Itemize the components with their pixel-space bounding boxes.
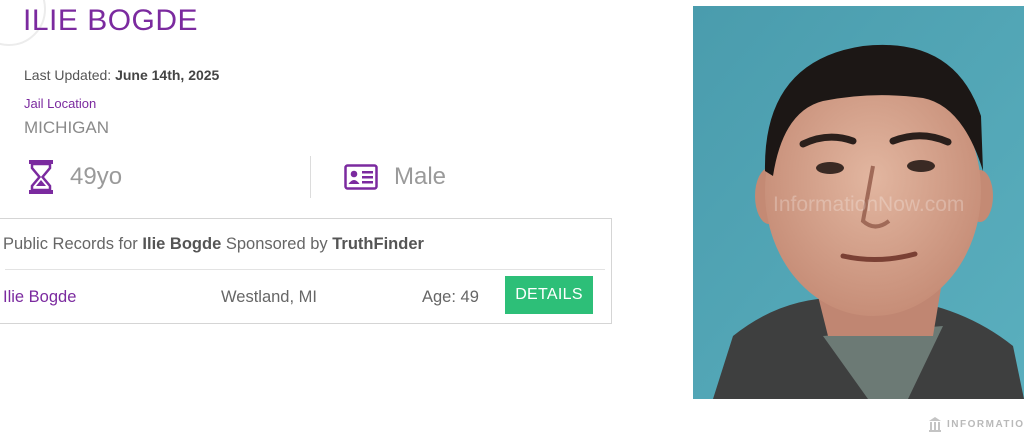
records-middle: Sponsored by	[225, 235, 328, 253]
id-card-icon	[344, 164, 378, 190]
information-logo-text: INFORMATIO	[947, 418, 1024, 430]
information-logo: INFORMATIO	[928, 416, 1024, 432]
details-button[interactable]: DETAILS	[505, 276, 593, 314]
records-person: Ilie Bogde	[142, 235, 222, 253]
records-sponsor: TruthFinder	[332, 235, 424, 253]
age-value: 49yo	[70, 163, 123, 190]
record-name-link[interactable]: Ilie Bogde	[3, 288, 76, 307]
inmate-name-title: ILIE BOGDE	[23, 4, 199, 37]
last-updated-label: Last Updated:	[24, 67, 112, 83]
photo-watermark: InformationNow.com	[773, 193, 964, 216]
stat-divider	[310, 156, 311, 198]
records-header: Public Records for Ilie Bogde Sponsored …	[3, 235, 424, 254]
jail-location-label: Jail Location	[24, 96, 97, 111]
records-divider	[5, 269, 605, 270]
hourglass-icon	[28, 159, 54, 195]
records-prefix: Public Records for	[3, 235, 138, 253]
sex-stat: Male	[344, 156, 446, 198]
mugshot-photo: InformationNow.com	[693, 6, 1024, 399]
building-icon	[929, 417, 941, 432]
record-location: Westland, MI	[221, 288, 317, 306]
age-stat: 49yo	[28, 156, 122, 198]
record-age: Age: 49	[422, 288, 479, 306]
sex-value: Male	[394, 163, 447, 190]
last-updated-value: June 14th, 2025	[115, 67, 220, 83]
public-records-box: Public Records for Ilie Bogde Sponsored …	[0, 218, 612, 324]
last-updated: Last Updated: June 14th, 2025	[24, 67, 219, 83]
jail-location-value: MICHIGAN	[24, 118, 109, 137]
